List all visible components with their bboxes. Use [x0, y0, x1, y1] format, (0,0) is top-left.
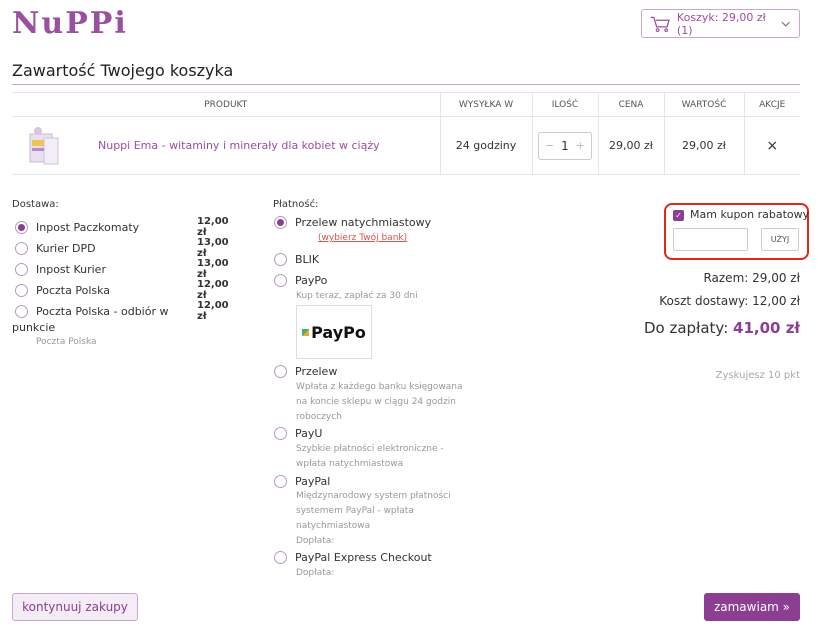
cart-icon	[650, 16, 670, 32]
payment-option-label: PayU	[295, 427, 323, 440]
delivery-option-inpost-paczkomaty[interactable]: Inpost Paczkomaty 12,00 zł	[15, 216, 237, 238]
delivery-option-label: Poczta Polska	[36, 283, 111, 297]
payment-option-payu[interactable]: PayU	[274, 427, 322, 440]
col-product: PRODUKT	[12, 92, 441, 117]
payment-option-desc: Szybkie płatności elektroniczne - wpłata…	[296, 444, 444, 469]
col-actions: AKCJE	[744, 92, 800, 117]
payment-option-desc: Dopłata:	[296, 568, 335, 578]
payment-option-desc: Wpłata z każdego banku księgowana na kon…	[296, 382, 463, 422]
payment-option-paypal[interactable]: PayPal	[274, 475, 330, 488]
radio[interactable]	[274, 365, 287, 378]
payment-option-desc: Kup teraz, zapłać za 30 dni	[296, 291, 418, 301]
delivery-option-price: 13,00 zł	[197, 258, 229, 280]
unit-price: 29,00 zł	[598, 116, 665, 175]
delivery-option-price: 12,00 zł	[197, 216, 229, 238]
table-header-row: PRODUKT WYSYŁKA W ILOŚĆ CENA WARTOŚĆ AKC…	[12, 92, 800, 117]
col-value: WARTOŚĆ	[664, 92, 745, 117]
payment-option-label: Przelew	[295, 365, 338, 378]
place-order-button[interactable]: zamawiam »	[704, 593, 800, 621]
shipping-time: 24 godziny	[440, 116, 533, 175]
payment-label: Płatność:	[273, 199, 319, 210]
cart-dropdown-button[interactable]: Koszyk: 29,00 zł (1)	[641, 9, 800, 38]
page-title: Zawartość Twojego koszyka	[12, 61, 234, 80]
delivery-option-poczta-polska[interactable]: Poczta Polska 12,00 zł	[15, 279, 237, 301]
cart-summary-label: Koszyk: 29,00 zł (1)	[676, 10, 766, 37]
coupon-code-input[interactable]	[673, 228, 748, 251]
qty-minus-button[interactable]: −	[545, 139, 554, 152]
radio-selected[interactable]	[15, 220, 28, 234]
radio[interactable]	[274, 427, 287, 440]
apply-coupon-button[interactable]: UŻYJ	[761, 228, 799, 251]
delivery-option-sub: Poczta Polska	[36, 337, 97, 347]
delivery-label: Dostawa:	[12, 199, 59, 210]
delivery-option-label: Inpost Paczkomaty	[36, 220, 140, 234]
radio[interactable]	[15, 241, 28, 255]
radio[interactable]	[274, 551, 287, 564]
col-price: CENA	[598, 92, 665, 117]
total-label: Do zapłaty:	[643, 319, 729, 337]
paypo-mark-icon	[302, 328, 310, 336]
qty-value[interactable]: 1	[561, 139, 569, 153]
line-value: 29,00 zł	[664, 116, 745, 175]
quantity-stepper[interactable]: − 1 +	[538, 131, 592, 160]
chevron-down-icon	[781, 21, 790, 27]
payment-option-label: PayPal Express Checkout	[295, 551, 432, 564]
remove-item-button[interactable]: ×	[766, 138, 778, 154]
payment-option-label: BLIK	[295, 253, 320, 266]
shipping-cost: Koszt dostawy: 12,00 zł	[659, 294, 800, 308]
radio[interactable]	[15, 283, 28, 297]
delivery-option-label: Poczta Polska - odbiór w	[36, 304, 169, 318]
paypo-logo-text: PayPo	[311, 322, 366, 342]
paypo-logo: PayPo	[296, 305, 372, 359]
delivery-option-price: 12,00 zł	[197, 279, 229, 301]
delivery-option-price: 12,00 zł	[197, 300, 229, 322]
radio[interactable]	[274, 274, 287, 287]
radio-selected[interactable]	[274, 216, 287, 229]
continue-shopping-button[interactable]: kontynuuj zakupy	[12, 593, 138, 621]
payment-option-label: Przelew natychmiastowy	[295, 216, 432, 229]
delivery-option-label-cont: punkcie	[12, 321, 56, 334]
choose-bank-link[interactable]: (wybierz Twój bank)	[318, 233, 407, 243]
delivery-option-price: 13,00 zł	[197, 237, 229, 259]
loyalty-points: Zyskujesz 10 pkt	[715, 370, 800, 381]
logo[interactable]: NuPPi	[12, 6, 128, 41]
product-name-link[interactable]: Nuppi Ema - witaminy i minerały dla kobi…	[98, 139, 380, 152]
delivery-option-kurier-dpd[interactable]: Kurier DPD 13,00 zł	[15, 237, 237, 259]
total-value: 41,00 zł	[733, 319, 800, 337]
total-to-pay: Do zapłaty: 41,00 zł	[644, 319, 800, 337]
payment-option-blik[interactable]: BLIK	[274, 253, 319, 266]
payment-option-label: PayPo	[295, 274, 328, 287]
payment-option-paypo[interactable]: PayPo	[274, 274, 327, 287]
title-divider	[12, 84, 800, 85]
cart-table: PRODUKT WYSYŁKA W ILOŚĆ CENA WARTOŚĆ AKC…	[12, 92, 800, 175]
payment-option-przelew[interactable]: Przelew	[274, 365, 337, 378]
radio[interactable]	[274, 253, 287, 266]
delivery-option-poczta-polska-odbior[interactable]: Poczta Polska - odbiór w 12,00 zł	[15, 300, 237, 322]
delivery-option-inpost-kurier[interactable]: Inpost Kurier 13,00 zł	[15, 258, 237, 280]
col-shipping: WYSYŁKA W	[440, 92, 533, 117]
coupon-label[interactable]: Mam kupon rabatowy	[690, 208, 809, 221]
payment-option-paypal-express[interactable]: PayPal Express Checkout	[274, 551, 432, 564]
qty-plus-button[interactable]: +	[576, 139, 585, 152]
payment-option-przelew-natychmiastowy[interactable]: Przelew natychmiastowy	[274, 216, 431, 229]
delivery-option-label: Inpost Kurier	[36, 262, 106, 276]
radio[interactable]	[15, 304, 28, 318]
radio[interactable]	[274, 475, 287, 488]
col-quantity: ILOŚĆ	[532, 92, 599, 117]
table-row: Nuppi Ema - witaminy i minerały dla kobi…	[12, 116, 800, 175]
payment-option-label: PayPal	[295, 475, 331, 488]
radio[interactable]	[15, 262, 28, 276]
coupon-checkbox[interactable]: ✓	[673, 210, 684, 221]
product-image[interactable]	[24, 124, 64, 168]
delivery-option-label: Kurier DPD	[36, 241, 96, 255]
subtotal: Razem: 29,00 zł	[703, 271, 800, 285]
payment-option-desc: Międzynarodowy system płatności systemem…	[296, 491, 451, 546]
